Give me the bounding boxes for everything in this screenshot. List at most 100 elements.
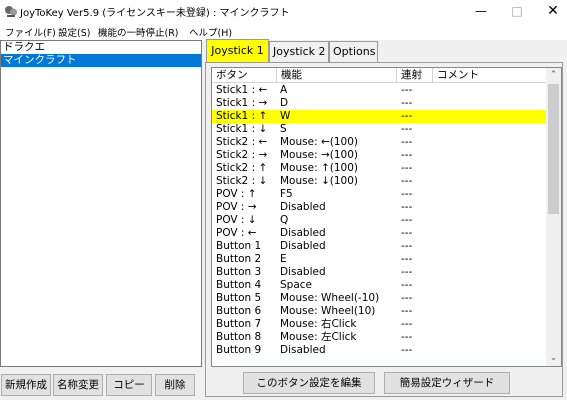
- grid-row[interactable]: Button 4 Space ---: [212, 279, 547, 292]
- grid-row[interactable]: Stick1 : ↓ S ---: [212, 123, 547, 136]
- row-repeat-cell: ---: [401, 97, 413, 109]
- edit-button-setting-button[interactable]: このボタン設定を編集: [243, 372, 375, 394]
- grid-row[interactable]: Button 2 E ---: [212, 253, 547, 266]
- grid-row[interactable]: Button 1 Disabled ---: [212, 240, 547, 253]
- grid-row[interactable]: Stick2 : ↑ Mouse: ↑(100) ---: [212, 162, 547, 175]
- row-button-cell: Stick2 : ↓: [216, 175, 268, 187]
- grid-row[interactable]: Button 3 Disabled ---: [212, 266, 547, 279]
- row-button-cell: POV : →: [216, 201, 257, 213]
- grid-header: ボタン 機能 連射 コメント: [212, 68, 547, 83]
- grid-row[interactable]: POV : ↓ Q ---: [212, 214, 547, 227]
- row-function-cell: Disabled: [280, 227, 326, 239]
- row-button-cell: POV : ←: [216, 227, 257, 239]
- button-assignment-grid[interactable]: ボタン 機能 連射 コメント Stick1 : ← A --- Stick1 : → D…: [211, 67, 562, 367]
- row-function-cell: Mouse: ←(100): [280, 136, 358, 148]
- row-repeat-cell: ---: [401, 292, 413, 304]
- column-header-comment[interactable]: コメント: [433, 68, 547, 83]
- row-function-cell: Mouse: →(100): [280, 149, 358, 161]
- menu-help[interactable]: ヘルプ(H): [189, 25, 232, 39]
- row-button-cell: Button 1: [216, 240, 262, 252]
- grid-row[interactable]: Button 8 Mouse: 左Click ---: [212, 331, 547, 344]
- column-header-repeat[interactable]: 連射: [397, 68, 433, 83]
- row-function-cell: Disabled: [280, 201, 326, 213]
- profile-item-minecraft[interactable]: マインクラフト: [1, 54, 201, 67]
- grid-row[interactable]: Button 7 Mouse: 右Click ---: [212, 318, 547, 331]
- grid-row[interactable]: Button 6 Mouse: Wheel(10) ---: [212, 305, 547, 318]
- joytokey-app-icon: [5, 6, 17, 17]
- tab-joystick-2[interactable]: Joystick 2: [269, 41, 329, 62]
- grid-row[interactable]: Button 5 Mouse: Wheel(-10) ---: [212, 292, 547, 305]
- row-repeat-cell: ---: [401, 253, 413, 265]
- row-function-cell: Disabled: [280, 344, 326, 356]
- grid-row[interactable]: POV : → Disabled ---: [212, 201, 547, 214]
- row-repeat-cell: ---: [401, 227, 413, 239]
- title-bar: JoyToKey Ver5.9 (ライセンスキー未登録) : マインクラフト —…: [0, 0, 567, 22]
- row-repeat-cell: ---: [401, 110, 413, 122]
- row-button-cell: Button 5: [216, 292, 262, 304]
- vertical-scrollbar[interactable]: ⌃ ⌄: [546, 68, 561, 366]
- row-repeat-cell: ---: [401, 84, 413, 96]
- row-button-cell: Button 6: [216, 305, 262, 317]
- row-function-cell: Disabled: [280, 240, 326, 252]
- row-repeat-cell: ---: [401, 214, 413, 226]
- row-repeat-cell: ---: [401, 149, 413, 161]
- profile-list[interactable]: ドラクエ マインクラフト: [0, 40, 202, 367]
- grid-row[interactable]: Stick1 : ← A ---: [212, 84, 547, 97]
- row-repeat-cell: ---: [401, 331, 413, 343]
- row-button-cell: Stick2 : →: [216, 149, 268, 161]
- row-function-cell: A: [280, 84, 288, 96]
- row-function-cell: Mouse: ↓(100): [280, 175, 358, 187]
- rename-profile-button[interactable]: 名称変更: [53, 374, 103, 396]
- row-button-cell: Button 9: [216, 344, 262, 356]
- grid-row[interactable]: Stick2 : ← Mouse: ←(100) ---: [212, 136, 547, 149]
- column-header-function[interactable]: 機能: [277, 68, 397, 83]
- column-header-button[interactable]: ボタン: [212, 68, 277, 83]
- menu-settings[interactable]: 設定(S): [58, 25, 90, 39]
- menu-file[interactable]: ファイル(F): [5, 25, 56, 39]
- row-repeat-cell: ---: [401, 266, 413, 278]
- close-button[interactable]: ✕: [531, 0, 567, 22]
- row-button-cell: Button 2: [216, 253, 262, 265]
- grid-row[interactable]: POV : ↑ F5 ---: [212, 188, 547, 201]
- row-repeat-cell: ---: [401, 279, 413, 291]
- row-repeat-cell: ---: [401, 344, 413, 356]
- row-repeat-cell: ---: [401, 201, 413, 213]
- grid-row[interactable]: Stick2 : ↓ Mouse: ↓(100) ---: [212, 175, 547, 188]
- row-button-cell: Stick2 : ←: [216, 136, 268, 148]
- row-function-cell: Disabled: [280, 266, 326, 278]
- row-function-cell: Q: [280, 214, 289, 226]
- row-function-cell: Mouse: 右Click: [280, 318, 357, 330]
- row-repeat-cell: ---: [401, 240, 413, 252]
- row-button-cell: POV : ↓: [216, 214, 257, 226]
- menu-pause[interactable]: 機能の一時停止(R): [98, 25, 179, 39]
- menu-bar: ファイル(F) 設定(S) 機能の一時停止(R) ヘルプ(H): [0, 22, 567, 40]
- row-button-cell: POV : ↑: [216, 188, 257, 200]
- profile-item-dragonquest[interactable]: ドラクエ: [1, 41, 201, 54]
- grid-row[interactable]: Stick1 : ↑ W ---: [212, 110, 547, 123]
- row-function-cell: Mouse: ↑(100): [280, 162, 358, 174]
- row-repeat-cell: ---: [401, 318, 413, 330]
- new-profile-button[interactable]: 新規作成: [1, 374, 51, 396]
- grid-row[interactable]: Button 9 Disabled ---: [212, 344, 547, 357]
- scroll-up-arrow-icon[interactable]: ⌃: [546, 68, 561, 83]
- tab-options[interactable]: Options: [329, 41, 378, 62]
- row-repeat-cell: ---: [401, 162, 413, 174]
- grid-row[interactable]: POV : ← Disabled ---: [212, 227, 547, 240]
- grid-row[interactable]: Stick2 : → Mouse: →(100) ---: [212, 149, 547, 162]
- tab-joystick-1[interactable]: Joystick 1: [206, 39, 269, 62]
- row-repeat-cell: ---: [401, 123, 413, 135]
- row-button-cell: Stick1 : ←: [216, 84, 268, 96]
- grid-row[interactable]: Stick1 : → D ---: [212, 97, 547, 110]
- scroll-thumb[interactable]: [548, 84, 559, 214]
- row-repeat-cell: ---: [401, 188, 413, 200]
- delete-profile-button[interactable]: 削除: [155, 374, 195, 396]
- row-button-cell: Button 8: [216, 331, 262, 343]
- copy-profile-button[interactable]: コピー: [106, 374, 152, 396]
- row-button-cell: Button 3: [216, 266, 262, 278]
- scroll-down-arrow-icon[interactable]: ⌄: [546, 351, 561, 366]
- easy-setup-wizard-button[interactable]: 簡易設定ウィザード: [384, 372, 510, 394]
- window-title: JoyToKey Ver5.9 (ライセンスキー未登録) : マインクラフト: [20, 8, 290, 19]
- row-function-cell: W: [280, 110, 291, 122]
- row-function-cell: D: [280, 97, 289, 109]
- grid-rows: Stick1 : ← A --- Stick1 : → D --- Stick1 : ↑ W -…: [212, 84, 547, 357]
